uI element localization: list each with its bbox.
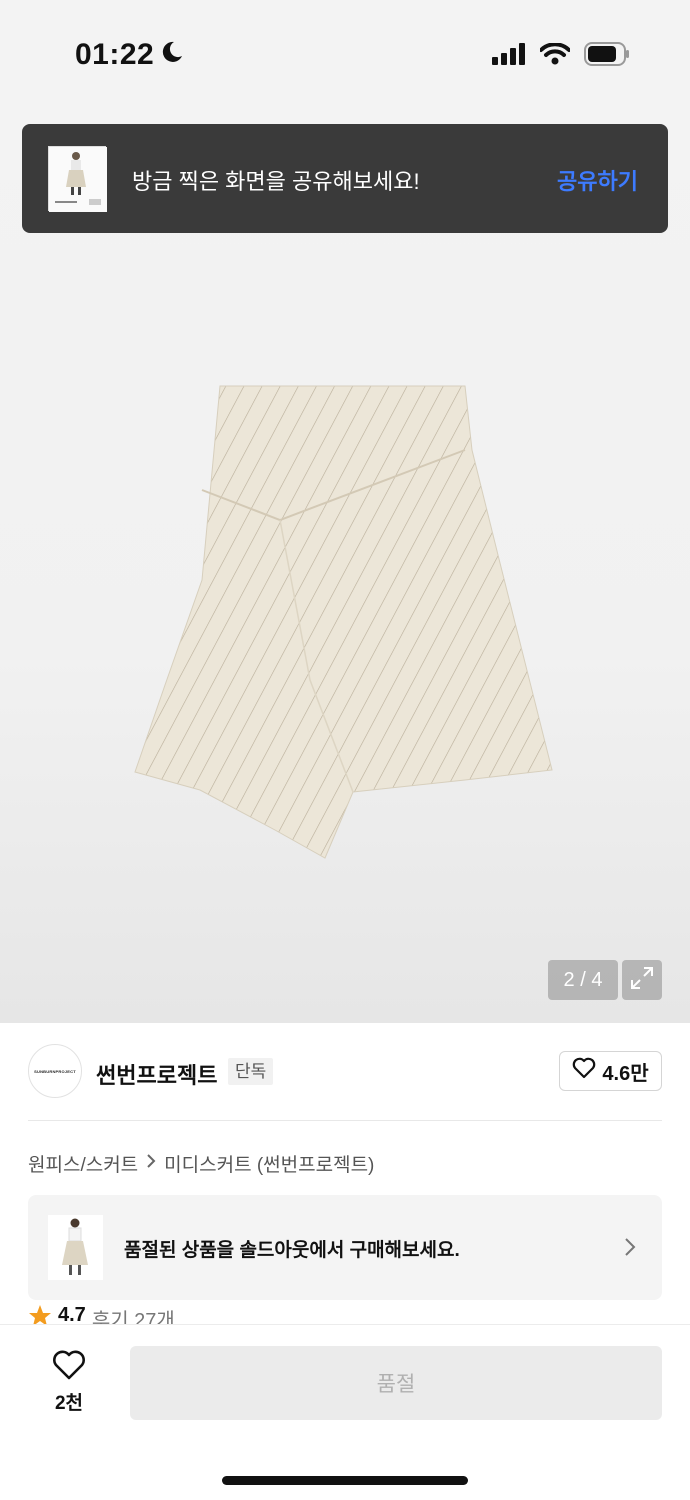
status-indicators — [492, 42, 630, 71]
divider — [28, 1120, 662, 1121]
soldout-thumbnail — [48, 1215, 103, 1280]
soldout-banner[interactable]: 품절된 상품을 솔드아웃에서 구매해보세요. — [28, 1195, 662, 1300]
soldout-message: 품절된 상품을 솔드아웃에서 구매해보세요. — [124, 1240, 460, 1261]
chevron-right-icon — [146, 1153, 156, 1175]
brand-row: SUNBURNPROJECT 썬번프로젝트 단독 4.6만 — [28, 1044, 662, 1100]
exclusive-badge: 단독 — [228, 1058, 274, 1085]
breadcrumb-category[interactable]: 원피스/스커트 — [28, 1150, 138, 1177]
status-time: 01:22 — [75, 38, 184, 72]
expand-icon — [628, 964, 656, 997]
brand-name[interactable]: 썬번프로젝트 — [96, 1058, 217, 1090]
wishlist-count: 2천 — [54, 1393, 84, 1414]
product-image — [134, 385, 553, 859]
breadcrumb-subcategory[interactable]: 미디스커트 (썬번프로젝트) — [164, 1150, 374, 1177]
chevron-right-icon — [624, 1237, 636, 1262]
share-button[interactable]: 공유하기 — [557, 164, 638, 196]
screenshot-thumbnail[interactable] — [48, 146, 107, 212]
soldout-button[interactable]: 품절 — [130, 1346, 662, 1420]
image-counter: 2 / 4 — [548, 960, 618, 1000]
share-toast: 방금 찍은 화면을 공유해보세요! 공유하기 — [22, 124, 668, 233]
signal-icon — [492, 43, 526, 70]
clock: 01:22 — [75, 38, 155, 71]
toast-message: 방금 찍은 화면을 공유해보세요! — [132, 169, 420, 194]
moon-icon — [160, 38, 184, 72]
brand-like-count: 4.6만 — [602, 1062, 649, 1085]
battery-icon — [584, 42, 630, 71]
status-bar: 01:22 — [0, 0, 690, 110]
brand-like-button[interactable]: 4.6만 — [559, 1051, 662, 1091]
wishlist-button[interactable]: 2천 — [38, 1349, 100, 1415]
wifi-icon — [539, 42, 571, 70]
breadcrumb: 원피스/스커트 미디스커트 (썬번프로젝트) — [28, 1150, 374, 1177]
home-indicator[interactable] — [222, 1476, 468, 1485]
brand-logo[interactable]: SUNBURNPROJECT — [28, 1044, 82, 1098]
heart-icon — [51, 1350, 87, 1385]
heart-icon — [572, 1057, 596, 1085]
brand-logo-text: SUNBURNPROJECT — [34, 1068, 76, 1074]
product-image-gallery[interactable]: 2 / 4 — [0, 110, 690, 1023]
bottom-action-bar: 2천 품절 — [0, 1324, 690, 1500]
expand-button[interactable] — [622, 960, 662, 1000]
